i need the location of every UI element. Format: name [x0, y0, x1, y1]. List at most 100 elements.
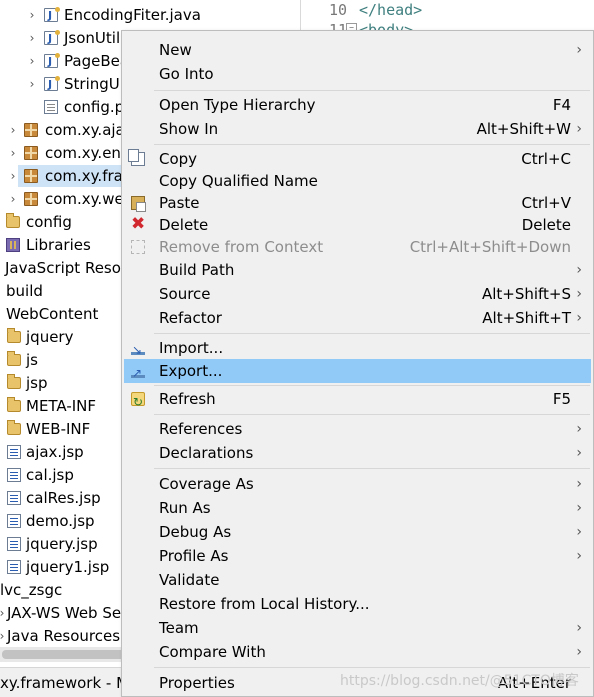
menu-item-label: Properties: [159, 674, 235, 692]
submenu-arrow-icon: ›: [576, 421, 582, 437]
jsp-file-icon: [7, 445, 21, 459]
menu-item-label: Copy Qualified Name: [159, 172, 318, 190]
menu-item-export[interactable]: Export...: [124, 359, 591, 385]
tree-item-label: EncodingFiter.java: [64, 6, 201, 24]
menu-item-import[interactable]: Import...: [124, 336, 591, 362]
menu-item-label: Delete: [159, 216, 209, 234]
expand-arrow-icon[interactable]: ›: [7, 165, 19, 187]
tree-item-label: ajax.jsp: [26, 443, 84, 461]
menu-item-coverage-as[interactable]: Coverage As ›: [124, 472, 591, 496]
menu-item-validate[interactable]: Validate: [124, 568, 591, 592]
tree-item-label: config: [26, 213, 72, 231]
menu-item-copy[interactable]: Copy Ctrl+C: [124, 147, 591, 171]
submenu-arrow-icon: ›: [576, 644, 582, 660]
tree-item-label: lvc_zsgc: [0, 581, 63, 599]
menu-item-declarations[interactable]: Declarations ›: [124, 441, 591, 465]
context-menu: New › Go Into Open Type Hierarchy F4 Sho…: [121, 30, 594, 697]
menu-item-label: Build Path: [159, 261, 235, 279]
tree-item-label: jquery1.jsp: [26, 558, 110, 576]
menu-item-source[interactable]: Source Alt+Shift+S ›: [124, 282, 591, 306]
menu-item-label: Remove from Context: [159, 238, 324, 256]
submenu-arrow-icon: ›: [576, 262, 582, 278]
tree-item-label: jquery: [26, 328, 74, 346]
tree-item-label: jquery.jsp: [26, 535, 98, 553]
expand-arrow-icon[interactable]: ›: [7, 142, 19, 164]
import-icon: [131, 338, 145, 362]
menu-item-remove-from-context: Remove from Context Ctrl+Alt+Shift+Down: [124, 235, 591, 259]
menu-item-shortcut: F5: [552, 390, 571, 408]
menu-separator: [154, 667, 590, 668]
menu-separator: [154, 385, 590, 386]
menu-item-debug-as[interactable]: Debug As ›: [124, 520, 591, 544]
menu-item-compare-with[interactable]: Compare With ›: [124, 640, 591, 664]
menu-item-profile-as[interactable]: Profile As ›: [124, 544, 591, 568]
delete-icon: ✖: [131, 214, 146, 234]
menu-item-refactor[interactable]: Refactor Alt+Shift+T ›: [124, 306, 591, 330]
tree-item-encodingfiter[interactable]: › EncodingFiter.java: [0, 4, 300, 27]
folder-icon: [7, 351, 21, 366]
menu-item-label: Export...: [159, 362, 223, 380]
tree-item-label: JavaScript Reso: [5, 259, 121, 277]
menu-item-copy-qualified-name[interactable]: Copy Qualified Name: [124, 169, 591, 193]
menu-item-label: Coverage As: [159, 475, 254, 493]
menu-item-run-as[interactable]: Run As ›: [124, 496, 591, 520]
tree-item-label: com.xy.aja: [45, 121, 125, 139]
tree-item-label: WebContent: [6, 305, 99, 323]
java-file-icon: [44, 5, 60, 27]
tree-item-label: com.xy.fra: [45, 167, 123, 185]
folder-icon: [7, 374, 21, 389]
menu-item-label: Refresh: [159, 390, 216, 408]
menu-separator: [154, 468, 590, 469]
menu-item-build-path[interactable]: Build Path ›: [124, 258, 591, 282]
copy-icon: [128, 149, 145, 166]
menu-item-refresh[interactable]: Refresh F5: [124, 387, 591, 414]
menu-item-references[interactable]: References ›: [124, 417, 591, 441]
menu-item-label: Paste: [159, 194, 200, 212]
jsp-file-icon: [7, 514, 21, 528]
jsp-file-icon: [7, 537, 21, 551]
tree-item-label: com.xy.we: [45, 190, 124, 208]
expand-arrow-icon[interactable]: ›: [26, 4, 38, 26]
menu-item-show-in[interactable]: Show In Alt+Shift+W ›: [124, 117, 591, 141]
libraries-icon: [6, 238, 20, 252]
package-icon: [24, 192, 38, 206]
menu-item-delete[interactable]: ✖ Delete Delete: [124, 213, 591, 237]
menu-item-shortcut: Ctrl+C: [521, 150, 571, 168]
menu-item-go-into[interactable]: Go Into: [124, 62, 591, 86]
menu-separator: [154, 90, 590, 91]
menu-item-label: Copy: [159, 150, 198, 168]
tree-item-label: config.p: [64, 98, 125, 116]
folder-icon: [7, 397, 21, 412]
tree-item-label: calRes.jsp: [26, 489, 101, 507]
expand-arrow-icon[interactable]: ›: [7, 119, 19, 141]
export-icon: [131, 361, 145, 385]
submenu-arrow-icon: ›: [576, 524, 582, 540]
expand-arrow-icon[interactable]: ›: [26, 27, 38, 49]
menu-item-label: Declarations: [159, 444, 254, 462]
menu-item-paste[interactable]: Paste Ctrl+V: [124, 191, 591, 215]
java-file-icon: [44, 28, 60, 50]
menu-item-open-type-hierarchy[interactable]: Open Type Hierarchy F4: [124, 93, 591, 117]
menu-item-shortcut: Alt+Shift+S: [481, 285, 571, 303]
expand-arrow-icon[interactable]: ›: [7, 188, 19, 210]
java-file-icon: [44, 74, 60, 96]
expand-arrow-icon[interactable]: ›: [26, 50, 38, 72]
jsp-file-icon: [7, 560, 21, 574]
menu-item-label: Profile As: [159, 547, 229, 565]
line-number: 10: [329, 1, 348, 19]
tree-item-label: JsonUtil: [64, 29, 121, 47]
jsp-file-icon: [7, 491, 21, 505]
menu-item-shortcut: Alt+Shift+T: [482, 309, 571, 327]
menu-item-label: New: [159, 41, 192, 59]
submenu-arrow-icon: ›: [576, 310, 582, 326]
tree-item-label: META-INF: [26, 397, 97, 415]
package-icon: [24, 123, 38, 137]
expand-arrow-icon[interactable]: ›: [26, 73, 38, 95]
tree-item-label: demo.jsp: [26, 512, 95, 530]
menu-item-label: References: [159, 420, 243, 438]
submenu-arrow-icon: ›: [576, 286, 582, 302]
menu-item-new[interactable]: New ›: [124, 38, 591, 62]
menu-item-team[interactable]: Team ›: [124, 616, 591, 640]
menu-item-restore-from-local-history[interactable]: Restore from Local History...: [124, 592, 591, 616]
submenu-arrow-icon: ›: [576, 548, 582, 564]
